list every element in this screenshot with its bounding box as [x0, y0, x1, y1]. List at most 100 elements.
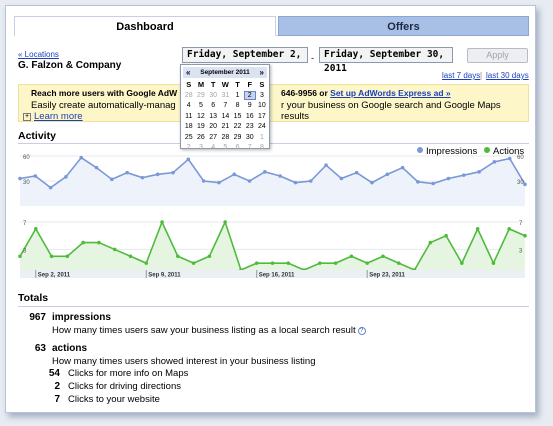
- calendar-weekday: S: [259, 80, 265, 89]
- app-window: Dashboard Offers « Locations G. Falzon &…: [5, 5, 536, 413]
- impressions-y-tick: 30: [517, 180, 524, 186]
- actions-point: [333, 261, 338, 265]
- calendar-day[interactable]: 6: [207, 101, 219, 110]
- calendar-day[interactable]: 30: [244, 133, 256, 142]
- calendar-day[interactable]: 20: [207, 122, 219, 131]
- total-actions-value: 63: [34, 343, 46, 354]
- calendar-day[interactable]: 14: [220, 112, 232, 121]
- calendar-day[interactable]: 24: [256, 122, 268, 131]
- actions-point: [381, 254, 385, 259]
- actions-point: [286, 261, 291, 265]
- calendar-day[interactable]: 16: [244, 112, 256, 121]
- impressions-point: [110, 177, 114, 182]
- impressions-point: [232, 172, 237, 177]
- actions-point: [160, 220, 164, 224]
- x-axis-label: Sep 2, 2011: [38, 273, 71, 279]
- calendar-day[interactable]: 26: [195, 133, 207, 142]
- date-picker-calendar: « September 2011 » S M T W T F S 28 29 30 31 1 2 3 4 5 6…: [180, 64, 270, 152]
- impressions-point: [477, 170, 481, 174]
- calendar-day[interactable]: 25: [183, 133, 195, 142]
- calendar-day[interactable]: 10: [256, 101, 268, 110]
- actions-point: [128, 254, 133, 259]
- calendar-weekday: T: [210, 80, 216, 89]
- impressions-area: [20, 157, 525, 206]
- total-impressions-label: impressions: [52, 312, 111, 323]
- calendar-day[interactable]: 29: [232, 133, 244, 142]
- calendar-weekday: W: [221, 80, 229, 89]
- calendar-prev-icon[interactable]: «: [186, 67, 190, 78]
- calendar-day[interactable]: 9: [244, 101, 256, 110]
- calendar-day[interactable]: 6: [232, 143, 244, 152]
- impressions-point: [416, 180, 420, 184]
- calendar-day[interactable]: 4: [183, 101, 195, 110]
- actions-point: [365, 261, 369, 265]
- calendar-day[interactable]: 2: [183, 143, 195, 152]
- calendar-day[interactable]: 12: [195, 112, 207, 121]
- impressions-point: [217, 180, 221, 185]
- activity-charts: 60 6030 307 73 3Sep 2, 2011 Sep 9, 2011 Sep 16…: [18, 155, 527, 279]
- actions-point: [318, 261, 322, 265]
- calendar-day[interactable]: 17: [256, 112, 268, 121]
- actions-point: [97, 240, 101, 245]
- calendar-weekday: F: [247, 80, 253, 89]
- actions-point: [112, 247, 117, 252]
- x-axis-label: Sep 23, 2011: [369, 273, 405, 279]
- impressions-point: [278, 174, 282, 178]
- help-icon[interactable]: ?: [357, 327, 366, 335]
- actions-point: [81, 240, 85, 245]
- calendar-day[interactable]: 30: [207, 91, 219, 100]
- calendar-day[interactable]: 28: [183, 91, 195, 100]
- calendar-day[interactable]: 5: [195, 101, 207, 110]
- calendar-day[interactable]: 18: [183, 122, 195, 131]
- maps-clicks-label: Clicks for more info on Maps: [68, 368, 189, 379]
- calendar-day[interactable]: 1: [256, 133, 268, 142]
- actions-point: [18, 254, 22, 259]
- calendar-day[interactable]: 8: [232, 101, 244, 110]
- calendar-day[interactable]: 22: [232, 122, 244, 131]
- calendar-day[interactable]: 27: [207, 133, 219, 142]
- calendar-day[interactable]: 13: [207, 112, 219, 121]
- impressions-point: [64, 175, 68, 179]
- calendar-day[interactable]: 1: [232, 91, 244, 100]
- actions-point: [523, 233, 527, 238]
- actions-point: [49, 254, 54, 259]
- calendar-day[interactable]: 15: [232, 112, 244, 121]
- impressions-point: [293, 180, 298, 185]
- calendar-weekday: T: [235, 80, 240, 89]
- actions-point: [460, 261, 464, 265]
- calendar-day[interactable]: 8: [256, 143, 268, 152]
- calendar-day[interactable]: 7: [244, 143, 256, 152]
- impressions-point: [247, 179, 252, 183]
- calendar-day[interactable]: 23: [244, 122, 256, 131]
- actions-point: [270, 261, 275, 265]
- impressions-y-tick: 60: [23, 155, 30, 161]
- calendar-day[interactable]: 21: [220, 122, 232, 131]
- website-clicks-value: 7: [54, 394, 60, 405]
- calendar-day[interactable]: 4: [207, 143, 219, 152]
- calendar-day[interactable]: 5: [220, 143, 232, 152]
- impressions-point: [324, 163, 328, 167]
- impressions-point: [385, 172, 390, 177]
- impressions-point: [48, 185, 53, 190]
- x-axis-label: Sep 9, 2011: [148, 273, 181, 279]
- calendar-day[interactable]: 19: [195, 122, 207, 131]
- calendar-day[interactable]: 2: [244, 90, 256, 100]
- calendar-day[interactable]: 31: [220, 91, 232, 100]
- x-axis-label: Sep 16, 2011: [259, 273, 295, 279]
- calendar-day[interactable]: 7: [220, 101, 232, 110]
- calendar-month-label: September 2011: [200, 69, 250, 76]
- calendar-day[interactable]: 11: [183, 112, 195, 121]
- impressions-point: [125, 170, 129, 175]
- impressions-description-text: How many times users saw your business l…: [52, 325, 356, 336]
- calendar-day[interactable]: 28: [220, 133, 232, 142]
- impressions-point: [308, 179, 313, 183]
- calendar-next-icon[interactable]: »: [260, 67, 264, 78]
- calendar-day[interactable]: 3: [195, 143, 207, 152]
- actions-point: [191, 261, 196, 265]
- actions-point: [207, 254, 212, 259]
- actions-point: [491, 261, 496, 265]
- calendar-day[interactable]: 29: [195, 91, 207, 100]
- impressions-point: [400, 165, 405, 170]
- calendar-day[interactable]: 3: [256, 91, 268, 100]
- actions-point: [349, 254, 354, 259]
